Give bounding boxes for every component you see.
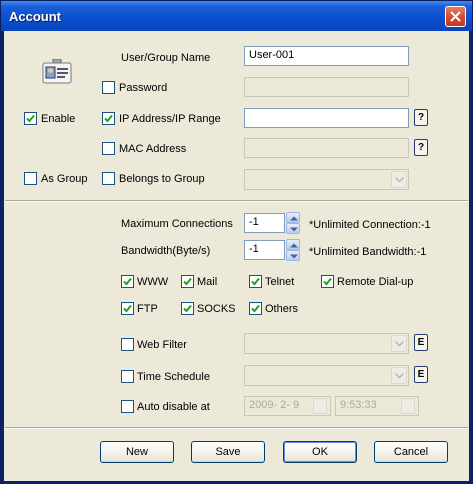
web-filter-edit-button[interactable]: E (414, 334, 428, 351)
mac-address-label: MAC Address (119, 143, 187, 155)
mac-address-input[interactable] (244, 138, 409, 158)
mac-address-checkbox[interactable] (102, 142, 115, 155)
time-schedule-checkbox[interactable] (121, 370, 134, 383)
web-filter-checkbox[interactable] (121, 338, 134, 351)
window-title: Account (9, 9, 61, 24)
service-others-checkbox[interactable] (249, 302, 262, 315)
password-checkbox[interactable] (102, 81, 115, 94)
group-select[interactable] (244, 169, 409, 190)
service-socks-checkbox[interactable] (181, 302, 194, 315)
time-schedule-label: Time Schedule (137, 371, 210, 383)
service-ftp-checkbox[interactable] (121, 302, 134, 315)
belongs-to-group-checkbox[interactable] (102, 172, 115, 185)
password-input[interactable] (244, 77, 409, 97)
mac-help-button[interactable]: ? (414, 139, 428, 156)
ip-range-label: IP Address/IP Range (119, 113, 221, 125)
chevron-down-icon (391, 335, 407, 352)
new-button[interactable]: New (100, 441, 174, 463)
ip-help-button[interactable]: ? (414, 109, 428, 126)
service-telnet-label: Telnet (265, 276, 295, 288)
service-mail-checkbox[interactable] (181, 275, 194, 288)
service-www-checkbox[interactable] (121, 275, 134, 288)
checkmark-icon (323, 277, 332, 286)
checkmark-icon (104, 114, 113, 123)
bandwidth-spinner[interactable] (286, 239, 300, 261)
cancel-button[interactable]: Cancel (374, 441, 448, 463)
max-connections-spinner[interactable] (286, 212, 300, 234)
checkmark-icon (123, 304, 132, 313)
ip-range-checkbox[interactable] (102, 112, 115, 125)
chevron-down-icon (391, 171, 407, 188)
close-button[interactable] (445, 6, 466, 27)
bandwidth-label: Bandwidth(Byte/s) (121, 245, 211, 257)
user-group-name-label: User/Group Name (121, 52, 211, 64)
chevron-up-icon[interactable] (286, 212, 300, 223)
service-remote-dialup-label: Remote Dial-up (337, 276, 414, 288)
close-icon (450, 11, 461, 22)
checkmark-icon (251, 277, 260, 286)
checkmark-icon (183, 304, 192, 313)
service-others-label: Others (265, 303, 299, 315)
title-bar[interactable]: Account (1, 1, 472, 31)
time-schedule-select[interactable] (244, 365, 409, 386)
auto-disable-checkbox[interactable] (121, 400, 134, 413)
chevron-up-icon[interactable] (286, 239, 300, 250)
checkmark-icon (123, 277, 132, 286)
unlimited-bandwidth-hint: *Unlimited Bandwidth:-1 (309, 246, 427, 258)
chevron-down-icon[interactable] (286, 250, 300, 261)
ok-button[interactable]: OK (283, 441, 357, 463)
ip-range-input[interactable] (244, 108, 409, 128)
user-group-name-input[interactable]: User-001 (244, 46, 409, 66)
as-group-checkbox[interactable] (24, 172, 37, 185)
enable-checkbox[interactable] (24, 112, 37, 125)
service-mail-label: Mail (197, 276, 218, 288)
auto-disable-label: Auto disable at (137, 401, 210, 413)
password-label: Password (119, 82, 168, 94)
auto-disable-time: 9:53:33 (340, 399, 377, 411)
divider (5, 427, 468, 429)
chevron-down-icon (391, 367, 407, 384)
auto-disable-date: 2009- 2- 9 (249, 399, 300, 411)
checkmark-icon (26, 114, 35, 123)
save-button[interactable]: Save (191, 441, 265, 463)
enable-label: Enable (41, 113, 76, 125)
unlimited-connection-hint: *Unlimited Connection:-1 (309, 219, 431, 231)
account-dialog: Account User/Group Name User-001 Passwor… (0, 0, 473, 484)
chevron-down-icon[interactable] (286, 223, 300, 234)
date-spinner[interactable] (313, 398, 327, 414)
checkmark-icon (251, 304, 260, 313)
web-filter-select[interactable] (244, 333, 409, 354)
checkmark-icon (183, 277, 192, 286)
service-remote-dialup-checkbox[interactable] (321, 275, 334, 288)
bandwidth-input[interactable]: -1 (244, 240, 285, 260)
divider (5, 200, 468, 202)
max-connections-label: Maximum Connections (121, 218, 233, 230)
web-filter-label: Web Filter (137, 339, 187, 351)
service-telnet-checkbox[interactable] (249, 275, 262, 288)
time-schedule-edit-button[interactable]: E (414, 366, 428, 383)
dialog-body: User/Group Name User-001 Password Enable… (4, 31, 469, 481)
service-socks-label: SOCKS (197, 303, 236, 315)
as-group-label: As Group (41, 173, 88, 185)
max-connections-input[interactable]: -1 (244, 213, 285, 233)
id-card-icon (42, 58, 72, 85)
service-www-label: WWW (137, 276, 169, 288)
belongs-to-group-label: Belongs to Group (119, 173, 205, 185)
service-ftp-label: FTP (137, 303, 158, 315)
time-spinner[interactable] (401, 398, 415, 414)
